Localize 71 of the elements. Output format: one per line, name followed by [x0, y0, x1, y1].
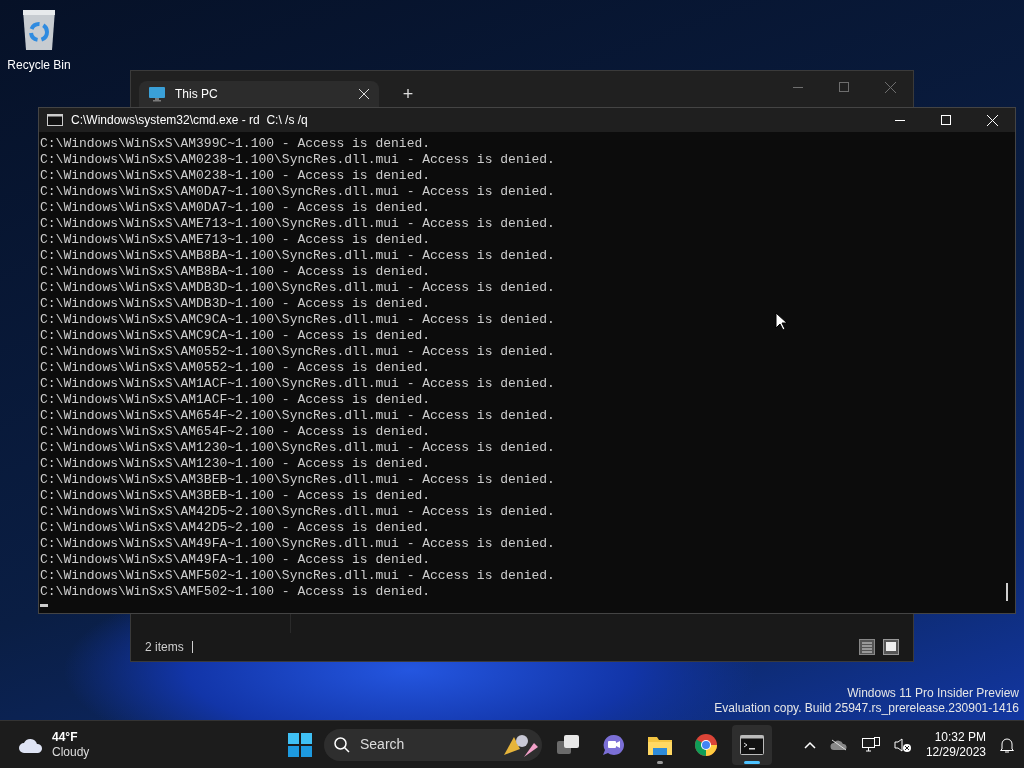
close-icon	[986, 114, 998, 126]
maximize-icon	[839, 82, 849, 92]
running-indicator	[657, 760, 663, 764]
network-monitor-icon[interactable]	[861, 736, 880, 753]
explorer-tab[interactable]: This PC	[139, 81, 379, 107]
clock-date[interactable]: 12/29/2023	[925, 744, 986, 760]
console-output-line: C:\Windows\WinSxS\AM1ACF~1.100\SyncRes.dll.mui - Access is denied.	[40, 376, 555, 392]
search-input[interactable]: Search	[360, 734, 470, 755]
console-output-line: C:\Windows\WinSxS\AM3BEB~1.100 - Access is denied.	[40, 488, 431, 504]
console-output-line: C:\Windows\WinSxS\AME713~1.100\SyncRes.dll.mui - Access is denied.	[40, 216, 555, 232]
video-camera-icon	[602, 733, 626, 756]
console-output-line: C:\Windows\WinSxS\AMF502~1.100 - Access is denied.	[40, 584, 431, 600]
new-tab-button[interactable]: +	[393, 81, 423, 107]
console-output-line: C:\Windows\WinSxS\AMF502~1.100\SyncRes.dll.mui - Access is denied.	[40, 568, 555, 584]
window-title: C:\Windows\system32\cmd.exe - rd C:\ /s /q	[71, 112, 309, 129]
console-output-line: C:\Windows\WinSxS\AM0238~1.100 - Access is denied.	[40, 168, 431, 184]
stacked-windows-icon	[557, 734, 579, 755]
console-output-line: C:\Windows\WinSxS\AM42D5~2.100 - Access is denied.	[40, 520, 431, 536]
console-output-line: C:\Windows\WinSxS\AM49FA~1.100 - Access is denied.	[40, 552, 431, 568]
console-output-line: C:\Windows\WinSxS\AM0DA7~1.100 - Access is denied.	[40, 200, 431, 216]
desktop-icon-label[interactable]: Recycle Bin	[7, 56, 71, 74]
muted-speaker-icon[interactable]	[893, 736, 912, 753]
console-app-icon	[47, 114, 63, 126]
console-output-line: C:\Windows\WinSxS\AMC9CA~1.100\SyncRes.dll.mui - Access is denied.	[40, 312, 555, 328]
close-icon	[884, 81, 896, 93]
clock-time[interactable]: 10:32 PM	[934, 729, 986, 745]
console-output-line: C:\Windows\WinSxS\AM42D5~2.100\SyncRes.dll.mui - Access is denied.	[40, 504, 555, 520]
watermark-text: Evaluation copy. Build 25947.rs_prerelease.230901-1416	[714, 701, 1019, 716]
bell-icon[interactable]	[1000, 736, 1014, 753]
console-output-line: C:\Windows\WinSxS\AM1ACF~1.100 - Access is denied.	[40, 392, 431, 408]
browser-logo-icon	[694, 732, 718, 757]
details-view-icon[interactable]	[859, 639, 875, 655]
console-output-line: C:\Windows\WinSxS\AM399C~1.100 - Access is denied.	[40, 136, 431, 152]
console-output-line: C:\Windows\WinSxS\AM49FA~1.100\SyncRes.dll.mui - Access is denied.	[40, 536, 555, 552]
running-indicator	[744, 760, 760, 764]
console-output-line: C:\Windows\WinSxS\AMDB3D~1.100\SyncRes.dll.mui - Access is denied.	[40, 280, 555, 296]
console-output-line: C:\Windows\WinSxS\AMDB3D~1.100 - Access is denied.	[40, 296, 431, 312]
console-output-line: C:\Windows\WinSxS\AM0238~1.100\SyncRes.dll.mui - Access is denied.	[40, 152, 555, 168]
minimize-icon	[793, 86, 803, 88]
close-icon[interactable]	[359, 89, 369, 99]
mouse-pointer-icon	[775, 312, 787, 331]
text-cursor	[40, 604, 48, 607]
maximize-icon	[941, 115, 951, 125]
monitor-icon	[149, 86, 165, 102]
console-output-line: C:\Windows\WinSxS\AM654F~2.100\SyncRes.dll.mui - Access is denied.	[40, 408, 555, 424]
minimize-icon	[895, 119, 905, 121]
chevron-up-icon[interactable]	[803, 740, 816, 749]
console-output-line: C:\Windows\WinSxS\AM654F~2.100 - Access is denied.	[40, 424, 431, 440]
recycle-bin-icon[interactable]	[21, 8, 57, 52]
taskbar-app-button[interactable]	[732, 724, 772, 765]
console-output-line: C:\Windows\WinSxS\AM0DA7~1.100\SyncRes.dll.mui - Access is denied.	[40, 184, 555, 200]
console-output-line: C:\Windows\WinSxS\AMB8BA~1.100\SyncRes.dll.mui - Access is denied.	[40, 248, 555, 264]
cloud-off-icon[interactable]	[829, 738, 848, 751]
tab-title: This PC	[175, 86, 219, 103]
terminal-icon	[740, 734, 764, 755]
windows-logo-icon	[288, 732, 312, 757]
console-output-line: C:\Windows\WinSxS\AM0552~1.100 - Access is denied.	[40, 360, 431, 376]
search-icon	[334, 736, 350, 753]
tiles-view-icon[interactable]	[883, 639, 899, 655]
console-output-line: C:\Windows\WinSxS\AM1230~1.100 - Access is denied.	[40, 456, 431, 472]
search-field[interactable]: Search	[324, 728, 542, 761]
console-output-line: C:\Windows\WinSxS\AMC9CA~1.100 - Access is denied.	[40, 328, 431, 344]
weather-condition[interactable]: Cloudy	[52, 744, 90, 760]
watermark-text: Windows 11 Pro Insider Preview	[847, 686, 1019, 701]
console-output-line: C:\Windows\WinSxS\AMB8BA~1.100 - Access is denied.	[40, 264, 431, 280]
console-output-line: C:\Windows\WinSxS\AME713~1.100 - Access is denied.	[40, 232, 431, 248]
status-text: 2 items	[145, 639, 184, 656]
console-output-line: C:\Windows\WinSxS\AM0552~1.100\SyncRes.dll.mui - Access is denied.	[40, 344, 555, 360]
weather-temperature[interactable]: 44°F	[52, 729, 90, 745]
console-output-line: C:\Windows\WinSxS\AM1230~1.100\SyncRes.dll.mui - Access is denied.	[40, 440, 555, 456]
console-output-line: C:\Windows\WinSxS\AM3BEB~1.100\SyncRes.dll.mui - Access is denied.	[40, 472, 555, 488]
